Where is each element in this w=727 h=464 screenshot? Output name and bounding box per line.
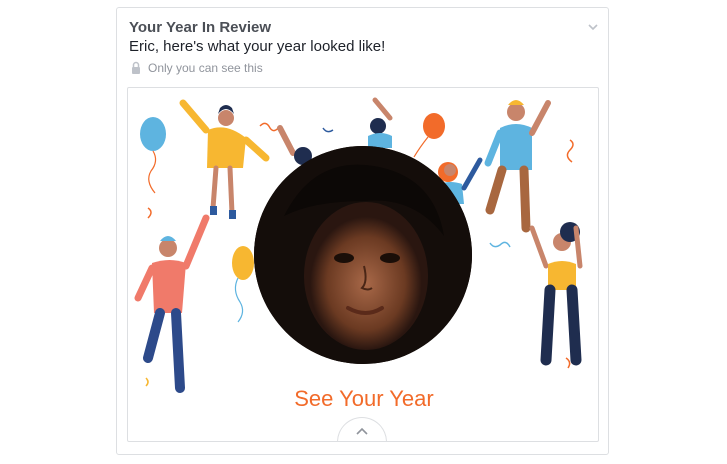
privacy-indicator: Only you can see this xyxy=(129,61,263,75)
privacy-text: Only you can see this xyxy=(148,61,263,75)
card-title: Your Year In Review xyxy=(129,19,272,36)
year-in-review-card: Your Year In Review Eric, here's what yo… xyxy=(116,7,609,455)
card-subtitle: Eric, here's what your year looked like! xyxy=(129,38,386,55)
chevron-down-icon[interactable] xyxy=(586,20,600,34)
year-review-banner[interactable]: See Your Year xyxy=(127,87,599,442)
lock-icon xyxy=(129,61,143,75)
profile-photo xyxy=(254,146,472,364)
chevron-up-icon xyxy=(356,427,368,435)
see-your-year-button[interactable]: See Your Year xyxy=(128,386,598,412)
